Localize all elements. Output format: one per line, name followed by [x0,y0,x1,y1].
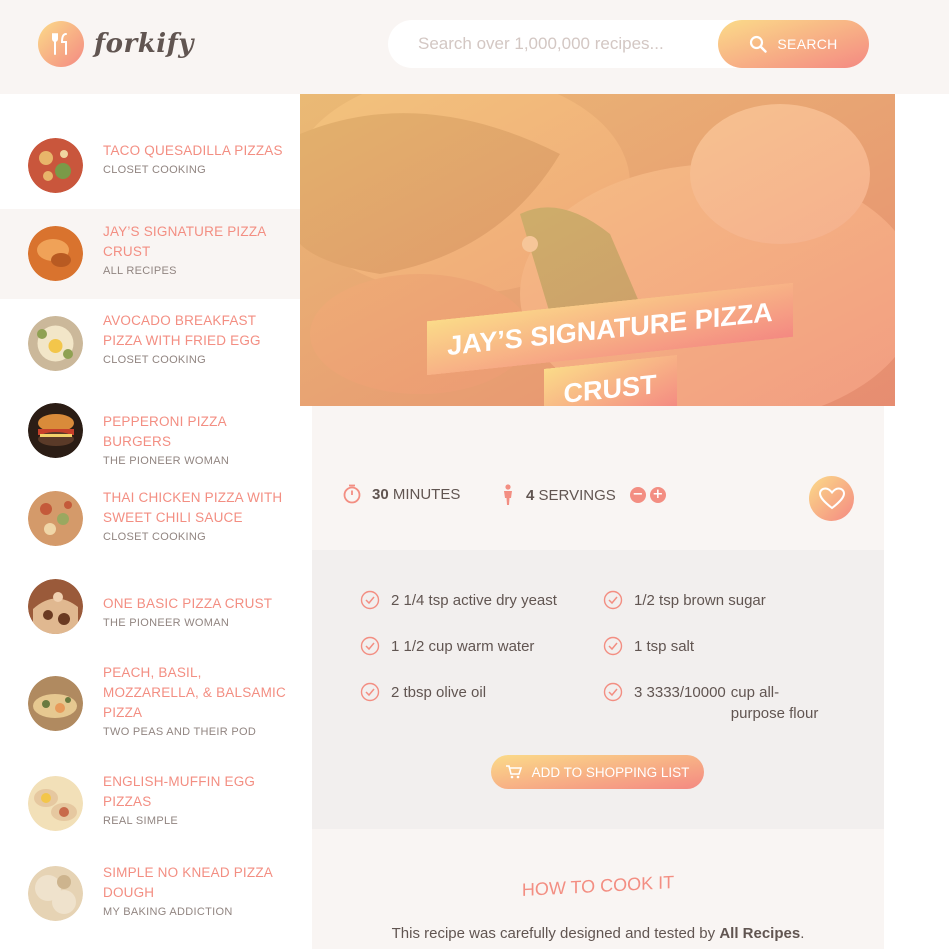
result-thumbnail [28,226,83,281]
shopping-button-label: ADD TO SHOPPING LIST [531,764,690,780]
recipe-view: JAY’S SIGNATURE PIZZA CRUST 30 MINUTES 4… [300,94,895,949]
ingredient-count: 1 1/2 [391,638,425,655]
ingredient-item: 1 tsp salt [603,636,694,657]
ingredient-text: tbsp olive oil [403,684,487,701]
directions-section: HOW TO COOK IT This recipe was carefully… [312,829,884,949]
decrease-servings-button[interactable]: − [629,487,646,503]
servings-label: SERVINGS [538,486,616,504]
result-publisher: MY BAKING ADDICTION [103,906,233,918]
cart-icon [505,765,522,779]
result-thumbnail [28,403,83,458]
ingredient-count: 2 1/4 [391,592,425,609]
result-thumbnail [28,579,83,634]
results-list: TACO QUESADILLA PIZZAS CLOSET COOKING JA… [0,94,300,949]
search-button-label: SEARCH [777,36,838,52]
check-icon [360,636,380,656]
clock-icon [343,484,361,504]
minutes-label: MINUTES [392,485,461,503]
result-item[interactable]: SIMPLE NO KNEAD PIZZA DOUGH MY BAKING AD… [0,847,300,937]
increase-servings-button[interactable]: + [649,487,666,503]
bookmark-button[interactable] [809,476,854,521]
ingredient-text: cup warm water [428,638,535,655]
search-icon [750,35,768,53]
search-input[interactable] [418,34,708,54]
result-publisher: THE PIONEER WOMAN [103,617,230,629]
result-item[interactable]: PEPPERONI PIZZA BURGERS THE PIONEER WOMA… [0,387,300,475]
result-title: PEPPERONI PIZZA BURGERS [103,414,227,449]
result-title: AVOCADO BREAKFAST PIZZA WITH FRIED EGG [103,313,261,348]
check-icon [360,682,380,702]
result-title: ONE BASIC PIZZA CRUST [103,596,273,611]
result-item[interactable]: PEACH, BASIL, MOZZARELLA, & BALSAMIC PIZ… [0,651,300,759]
ingredient-item: 3 3333/10000 cup all-purpose flour [603,682,827,724]
result-title: ENGLISH-MUFFIN EGG PIZZAS [103,774,256,809]
logo[interactable]: forkify [38,21,194,67]
servings-count: 4 [526,486,535,504]
result-title: TACO QUESADILLA PIZZAS [103,143,283,158]
result-publisher: THE PIONEER WOMAN [103,455,230,467]
result-title: JAY’S SIGNATURE PIZZA CRUST [103,224,266,259]
result-publisher: CLOSET COOKING [103,354,207,366]
result-item-active[interactable]: JAY’S SIGNATURE PIZZA CRUST ALL RECIPES [0,209,300,299]
add-to-shopping-list-button[interactable]: ADD TO SHOPPING LIST [491,755,704,789]
check-icon [603,636,623,656]
result-thumbnail [28,316,83,371]
result-publisher: CLOSET COOKING [103,164,207,176]
ingredient-item: 2 tbsp olive oil [360,682,486,703]
recipe-servings: 4 SERVINGS − + [500,484,666,506]
result-thumbnail [28,491,83,546]
directions-heading: HOW TO COOK IT [521,872,675,900]
ingredient-item: 1/2 tsp brown sugar [603,590,766,611]
result-publisher: CLOSET COOKING [103,531,207,543]
recipe-details: 30 MINUTES 4 SERVINGS − + [312,406,884,550]
check-icon [603,590,623,610]
result-item[interactable]: ENGLISH-MUFFIN EGG PIZZAS REAL SIMPLE [0,759,300,847]
ingredient-text: cup all-purpose flour [730,684,819,722]
ingredient-text: tsp brown sugar [659,592,766,609]
search-form: SEARCH [388,20,869,68]
result-title: THAI CHICKEN PIZZA WITH SWEET CHILI SAUC… [103,490,283,525]
ingredient-count: 1/2 [634,592,655,609]
result-item[interactable]: TACO QUESADILLA PIZZAS CLOSET COOKING [0,124,300,208]
result-publisher: TWO PEAS AND THEIR POD [103,726,257,738]
result-thumbnail [28,866,83,921]
search-button[interactable]: SEARCH [718,20,869,68]
ingredient-item: 2 1/4 tsp active dry yeast [360,590,557,611]
ingredient-text: tsp active dry yeast [428,592,557,609]
result-title: SIMPLE NO KNEAD PIZZA DOUGH [103,865,273,900]
person-icon [504,484,512,505]
ingredient-item: 1 1/2 cup warm water [360,636,534,657]
header: forkify SEARCH [0,0,949,94]
ingredient-text: tsp salt [646,638,695,655]
recipe-time: 30 MINUTES [342,484,460,504]
ingredient-count: 3 3333/10000 [634,684,726,701]
result-thumbnail [28,676,83,731]
result-publisher: ALL RECIPES [103,265,177,277]
directions-publisher: All Recipes [719,925,801,942]
ingredient-count: 2 [391,684,400,701]
result-thumbnail [28,138,83,193]
directions-suffix: . [800,925,805,942]
ingredients-section: 2 1/4 tsp active dry yeast 1/2 tsp brown… [312,550,884,829]
directions-prefix: This recipe was carefully designed and t… [391,925,720,942]
fork-knife-icon [38,21,84,67]
result-item[interactable]: ONE BASIC PIZZA CRUST THE PIONEER WOMAN [0,563,300,651]
result-thumbnail [28,776,83,831]
result-title: PEACH, BASIL, MOZZARELLA, & BALSAMIC PIZ… [103,665,286,720]
recipe-minutes: 30 [372,485,389,503]
ingredient-count: 1 [634,638,643,655]
result-item[interactable]: THAI CHICKEN PIZZA WITH SWEET CHILI SAUC… [0,475,300,563]
directions-text: This recipe was carefully designed and t… [312,925,884,942]
check-icon [603,682,623,702]
result-item[interactable]: AVOCADO BREAKFAST PIZZA WITH FRIED EGG C… [0,299,300,387]
logo-text: forkify [94,29,194,59]
heart-icon [818,486,845,509]
check-icon [360,590,380,610]
result-publisher: REAL SIMPLE [103,815,179,827]
